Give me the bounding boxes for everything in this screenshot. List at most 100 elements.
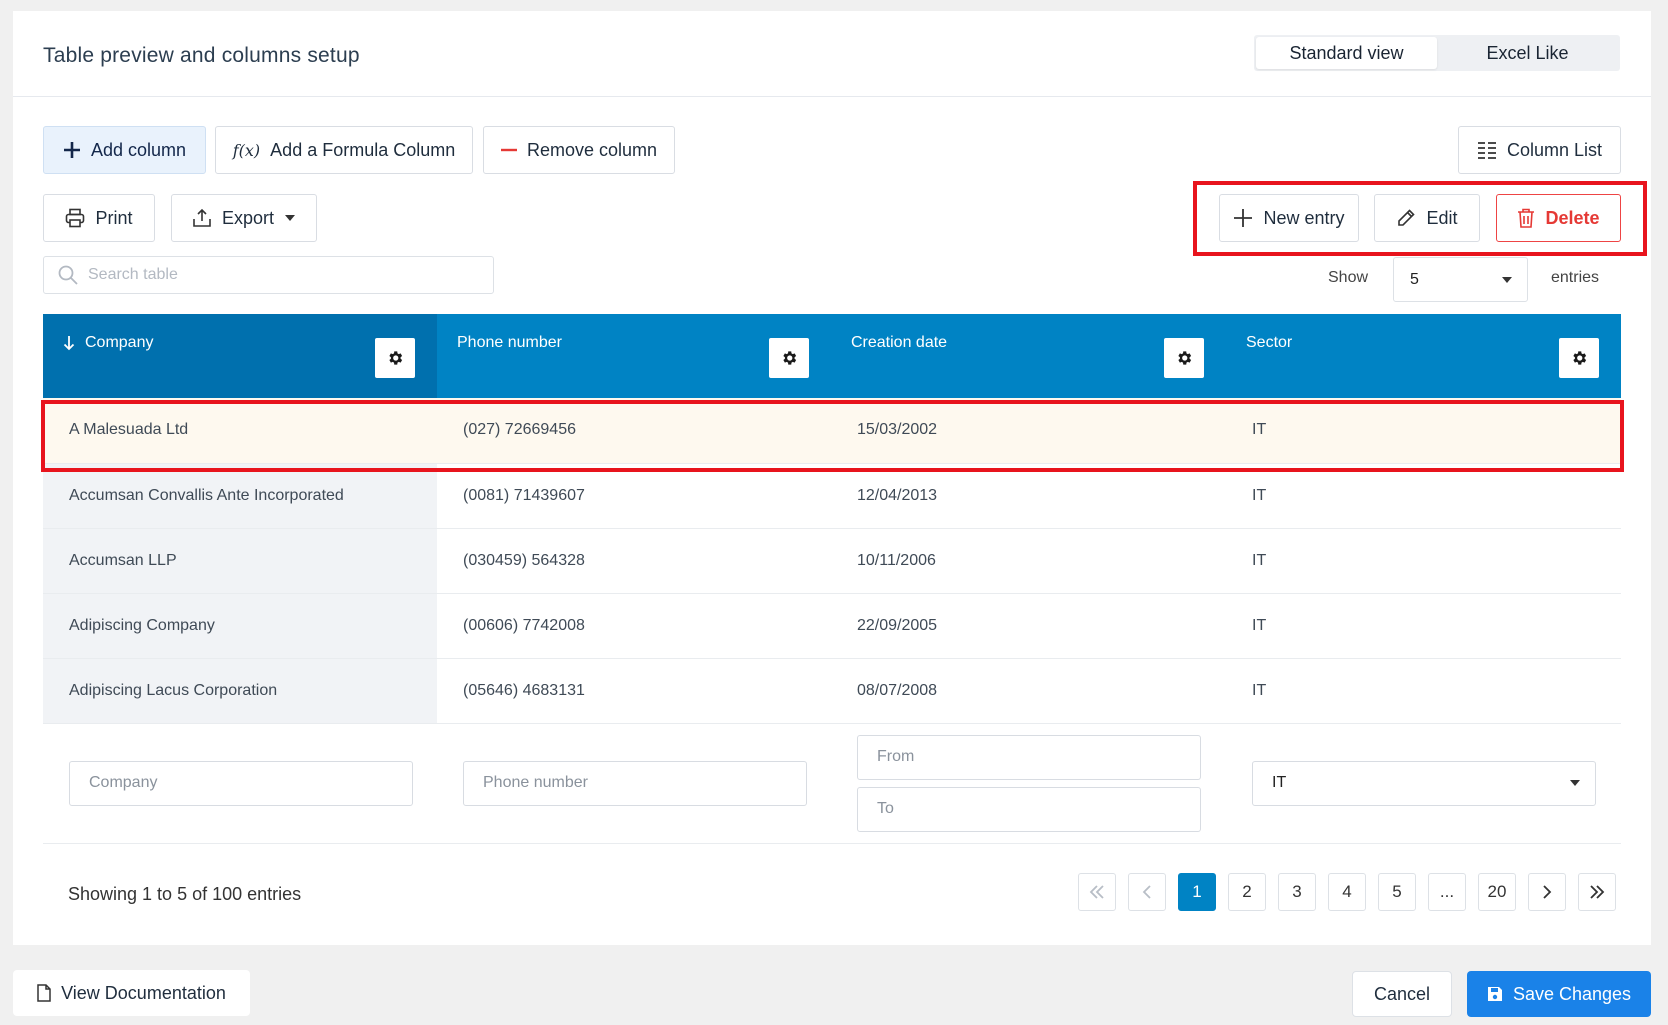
cell-sector: IT — [1226, 658, 1621, 724]
page-title: Table preview and columns setup — [43, 44, 360, 67]
cancel-label: Cancel — [1373, 983, 1431, 1004]
table-row[interactable]: Adipiscing Company (00606) 7742008 22/09… — [43, 593, 1621, 659]
document-icon — [37, 984, 51, 1002]
printer-icon — [66, 208, 85, 228]
print-button[interactable]: Print — [43, 194, 155, 242]
entries-per-page-select[interactable]: 5 — [1393, 257, 1528, 302]
gear-icon[interactable] — [769, 338, 809, 378]
cell-creation-date: 15/03/2002 — [831, 398, 1226, 464]
column-list-button[interactable]: Column List — [1458, 126, 1621, 174]
chevron-right-icon — [1543, 885, 1552, 899]
next-page-button[interactable] — [1528, 873, 1566, 911]
remove-column-label: Remove column — [526, 139, 658, 160]
standard-view-tab[interactable]: Standard view — [1256, 37, 1437, 69]
cell-phone: (030459) 564328 — [437, 528, 831, 594]
upload-icon — [193, 208, 211, 227]
search-box — [43, 256, 494, 294]
cell-company: Adipiscing Lacus Corporation — [43, 658, 437, 724]
phone-filter-input[interactable] — [463, 760, 807, 806]
table-row[interactable]: Accumsan Convallis Ante Incorporated (00… — [43, 463, 1621, 529]
new-entry-button[interactable]: New entry — [1219, 194, 1359, 242]
cell-company: Accumsan Convallis Ante Incorporated — [43, 463, 437, 529]
filter-row: IT — [43, 723, 1621, 844]
page-button-2[interactable]: 2 — [1228, 873, 1266, 911]
add-column-label: Add column — [90, 139, 187, 160]
cell-phone: (00606) 7742008 — [437, 593, 831, 659]
card-header: Table preview and columns setup Standard… — [13, 11, 1651, 97]
prev-page-button[interactable] — [1128, 873, 1166, 911]
remove-column-button[interactable]: Remove column — [483, 126, 675, 174]
column-header-sector[interactable]: Sector — [1226, 314, 1621, 398]
chevron-left-icon — [1142, 885, 1151, 899]
last-page-button[interactable] — [1578, 873, 1616, 911]
edit-button[interactable]: Edit — [1374, 194, 1480, 242]
gear-icon[interactable] — [1559, 338, 1599, 378]
column-header-creation-date[interactable]: Creation date — [831, 314, 1226, 398]
company-filter-input[interactable] — [69, 760, 413, 806]
page-button-3[interactable]: 3 — [1278, 873, 1316, 911]
gear-icon[interactable] — [1164, 338, 1204, 378]
show-label: Show — [1328, 269, 1369, 286]
table-row[interactable]: Accumsan LLP (030459) 564328 10/11/2006 … — [43, 528, 1621, 594]
sector-filter-select[interactable]: IT — [1252, 760, 1596, 806]
list-icon — [1477, 142, 1496, 159]
floppy-icon — [1487, 987, 1502, 1001]
page-button-1[interactable]: 1 — [1178, 873, 1216, 911]
save-changes-label: Save Changes — [1512, 983, 1632, 1004]
column-header-label: Sector — [1246, 334, 1293, 351]
trash-icon — [1518, 208, 1535, 228]
date-to-input[interactable] — [857, 786, 1201, 832]
page-button-4[interactable]: 4 — [1328, 873, 1366, 911]
cell-phone: (05646) 4683131 — [437, 658, 831, 724]
first-page-button[interactable] — [1078, 873, 1116, 911]
cancel-button[interactable]: Cancel — [1352, 971, 1452, 1017]
date-from-input[interactable] — [857, 734, 1201, 780]
pagination: 1 2 3 4 5 ... 20 — [1078, 873, 1616, 911]
search-icon — [58, 265, 78, 285]
column-header-company[interactable]: Company — [43, 314, 437, 398]
add-formula-column-button[interactable]: f(x) Add a Formula Column — [215, 126, 473, 174]
caret-down-icon — [285, 215, 296, 221]
add-column-button[interactable]: Add column — [43, 126, 206, 174]
print-label: Print — [95, 207, 133, 228]
new-entry-label: New entry — [1263, 207, 1345, 228]
excel-like-tab[interactable]: Excel Like — [1437, 37, 1618, 69]
cell-phone: (027) 72669456 — [437, 398, 831, 464]
view-documentation-button[interactable]: View Documentation — [13, 970, 250, 1016]
add-formula-label: Add a Formula Column — [270, 139, 456, 160]
table-row[interactable]: A Malesuada Ltd (027) 72669456 15/03/200… — [43, 398, 1621, 464]
page-button-20[interactable]: 20 — [1478, 873, 1516, 911]
export-button[interactable]: Export — [171, 194, 317, 242]
entries-label: entries — [1551, 269, 1600, 286]
function-icon: f(x) — [232, 140, 261, 160]
save-changes-button[interactable]: Save Changes — [1467, 971, 1651, 1017]
page-ellipsis: ... — [1428, 873, 1466, 911]
cell-sector: IT — [1226, 528, 1621, 594]
search-input[interactable] — [88, 266, 468, 284]
column-header-phone[interactable]: Phone number — [437, 314, 831, 398]
sector-filter-value: IT — [1272, 774, 1287, 791]
arrow-down-icon — [63, 336, 75, 351]
cell-sector: IT — [1226, 593, 1621, 659]
view-toggle: Standard view Excel Like — [1254, 35, 1620, 71]
pagination-summary: Showing 1 to 5 of 100 entries — [68, 884, 302, 904]
cell-sector: IT — [1226, 398, 1621, 464]
delete-button[interactable]: Delete — [1496, 194, 1621, 242]
cell-company: Adipiscing Company — [43, 593, 437, 659]
caret-down-icon — [1502, 276, 1512, 283]
cell-creation-date: 12/04/2013 — [831, 463, 1226, 529]
caret-down-icon — [1570, 780, 1580, 786]
gear-icon[interactable] — [375, 338, 415, 378]
data-table: Company Phone number Creation date Secto… — [43, 314, 1621, 844]
entries-per-page-value: 5 — [1410, 270, 1419, 288]
double-chevron-right-icon — [1590, 885, 1605, 899]
minus-icon — [500, 148, 517, 152]
table-header-row: Company Phone number Creation date Secto… — [43, 314, 1621, 398]
table-row[interactable]: Adipiscing Lacus Corporation (05646) 468… — [43, 658, 1621, 724]
delete-label: Delete — [1545, 207, 1600, 228]
edit-label: Edit — [1426, 207, 1458, 228]
cell-creation-date: 22/09/2005 — [831, 593, 1226, 659]
page-button-5[interactable]: 5 — [1378, 873, 1416, 911]
plus-icon — [1234, 209, 1253, 227]
pencil-icon — [1398, 209, 1416, 226]
